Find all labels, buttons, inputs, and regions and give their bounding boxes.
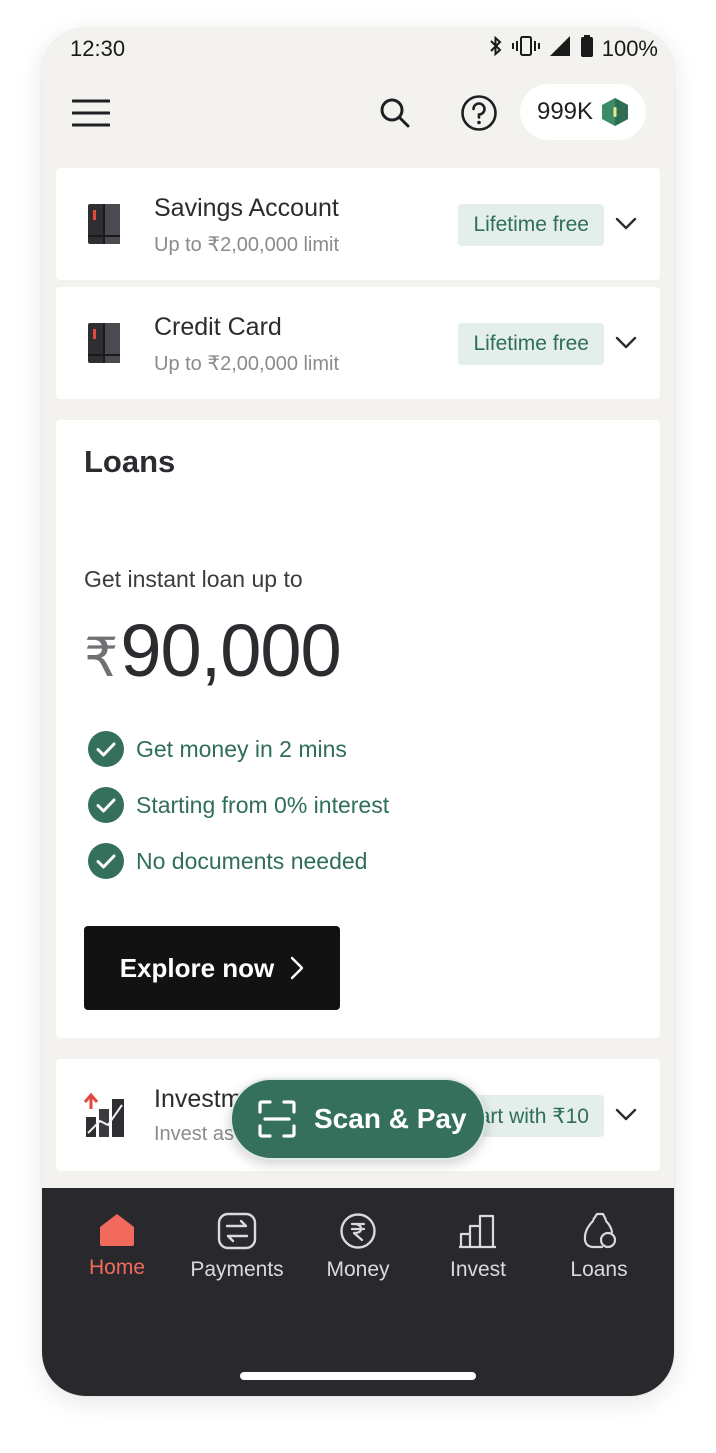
feature-item: No documents needed: [88, 843, 367, 879]
nav-label: Invest: [449, 1258, 507, 1281]
chevron-down-icon[interactable]: [614, 331, 638, 355]
loans-card: Loans Get instant loan up to ₹ 90,000 Ge…: [56, 420, 660, 1038]
explore-now-button[interactable]: Explore now: [84, 926, 340, 1010]
nav-label: Loans: [570, 1258, 628, 1281]
nav-item-money[interactable]: Money: [303, 1212, 413, 1292]
feature-item: Starting from 0% interest: [88, 787, 389, 823]
credit-card-card[interactable]: Credit Card Up to ₹2,00,000 limit Lifeti…: [56, 287, 660, 399]
battery-icon: [580, 34, 594, 63]
nav-item-home[interactable]: Home: [62, 1212, 172, 1292]
feature-text: Starting from 0% interest: [136, 791, 390, 818]
nav-label: Money: [326, 1258, 390, 1281]
vibrate-icon: [511, 34, 540, 63]
gesture-home-indicator[interactable]: [240, 1372, 476, 1380]
loan-bag-icon: [583, 1212, 617, 1249]
product-subtitle: Up to ₹2,00,000 limit: [154, 353, 340, 375]
bottom-navigation: Home Payments Money Invest Loans: [42, 1188, 674, 1396]
investment-chart-icon: [83, 1092, 124, 1137]
product-title: Credit Card: [154, 313, 282, 341]
status-icons: 100%: [488, 34, 658, 63]
search-icon: [380, 98, 410, 128]
nav-item-invest[interactable]: Invest: [423, 1212, 533, 1292]
product-badge: Lifetime free: [458, 204, 604, 246]
nav-label: Home: [88, 1256, 146, 1279]
loans-lead-text: Get instant loan up to: [84, 566, 303, 592]
explore-now-label: Explore now: [119, 952, 275, 983]
product-subtitle: Up to ₹2,00,000 limit: [154, 234, 340, 256]
qr-scan-icon: [258, 1100, 296, 1138]
check-circle-icon: [88, 843, 124, 879]
hamburger-icon: [72, 99, 110, 127]
scan-and-pay-label: Scan & Pay: [314, 1103, 467, 1134]
chevron-down-icon[interactable]: [614, 1103, 638, 1127]
status-bar: 12:30 100%: [42, 28, 674, 72]
payments-icon: [217, 1212, 257, 1250]
loan-amount-value: 90,000: [120, 609, 341, 692]
nav-item-payments[interactable]: Payments: [182, 1212, 292, 1292]
bluetooth-icon: [488, 34, 504, 63]
check-circle-icon: [88, 731, 124, 767]
coins-balance-button[interactable]: 999K: [520, 84, 646, 140]
nav-label: Payments: [190, 1258, 284, 1281]
help-icon: [461, 95, 497, 131]
loan-amount: ₹ 90,000: [84, 608, 342, 693]
check-circle-icon: [88, 787, 124, 823]
rupee-icon: [340, 1213, 376, 1249]
savings-account-card[interactable]: Savings Account Up to ₹2,00,000 limit Li…: [56, 168, 660, 280]
scan-and-pay-button[interactable]: Scan & Pay: [230, 1078, 486, 1160]
chevron-down-icon[interactable]: [614, 212, 638, 236]
card-product-icon: [88, 323, 120, 363]
currency-symbol: ₹: [84, 628, 119, 688]
invest-icon: [459, 1214, 496, 1249]
nav-item-loans[interactable]: Loans: [544, 1212, 654, 1292]
search-button[interactable]: [372, 90, 418, 136]
product-badge: Lifetime free: [458, 323, 604, 365]
feature-text: No documents needed: [136, 847, 368, 874]
signal-icon: [548, 34, 572, 63]
phone-screen: 12:30 100% 999K Savings Account Up to ₹2…: [42, 28, 674, 1396]
help-button[interactable]: [456, 90, 502, 136]
status-time: 12:30: [70, 36, 126, 61]
battery-percent: 100%: [601, 35, 658, 61]
feature-text: Get money in 2 mins: [136, 735, 347, 762]
app-header: 999K: [42, 84, 674, 140]
feature-item: Get money in 2 mins: [88, 731, 347, 767]
loans-title: Loans: [84, 444, 176, 479]
menu-button[interactable]: [68, 90, 114, 136]
home-icon: [100, 1214, 134, 1246]
coin-icon: [602, 98, 629, 126]
chevron-right-icon: [291, 956, 304, 980]
card-product-icon: [88, 204, 120, 244]
coins-value: 999K: [536, 98, 594, 125]
product-title: Savings Account: [154, 194, 339, 222]
